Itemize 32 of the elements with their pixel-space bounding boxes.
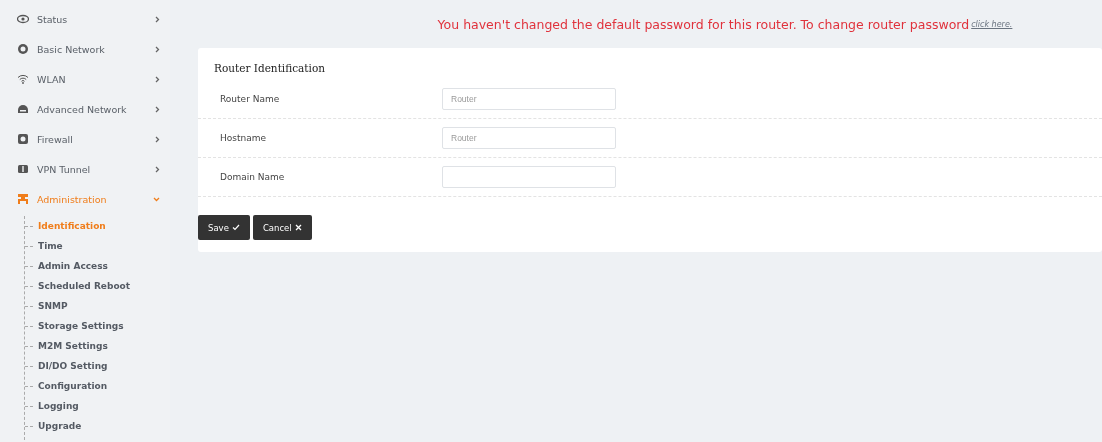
submenu-item[interactable]: Admin Access	[25, 256, 170, 276]
submenu-item[interactable]: Storage Settings	[25, 316, 170, 336]
click-here-link[interactable]: click here.	[971, 19, 1013, 29]
submenu-item[interactable]: Logging	[25, 396, 170, 416]
cancel-button[interactable]: Cancel	[252, 215, 312, 240]
submenu-item[interactable]: SNMP	[25, 296, 170, 316]
globe-icon	[17, 43, 29, 55]
save-button[interactable]: Save	[198, 215, 250, 240]
wifi-icon	[17, 73, 29, 85]
field-label: Hostname	[220, 133, 267, 143]
nav-item[interactable]: WLAN	[0, 64, 170, 94]
submenu-item[interactable]: Upgrade	[25, 416, 170, 436]
nav-item[interactable]: Advanced Network	[0, 94, 170, 124]
nav-item[interactable]: Firewall	[0, 124, 170, 154]
submenu-item[interactable]: DI/DO Setting	[25, 356, 170, 376]
field-label: Domain Name	[220, 172, 286, 182]
password-warning: You haven't changed the default password for this router. To change router password	[437, 16, 970, 32]
check-icon	[231, 224, 240, 231]
nav-item[interactable]: Basic Network	[0, 34, 170, 64]
submenu-item[interactable]: Scheduled Reboot	[25, 276, 170, 296]
submenu-item[interactable]: Configuration	[25, 376, 170, 396]
eye-icon	[17, 13, 29, 25]
text-field[interactable]	[442, 166, 616, 188]
text-field[interactable]: Router	[442, 88, 616, 110]
field-label: Router Name	[220, 94, 281, 104]
submenu-item[interactable]: M2M Settings	[25, 336, 170, 356]
card-title: Router Identification	[213, 62, 326, 74]
close-icon	[294, 224, 302, 231]
text-field[interactable]: Router	[442, 127, 616, 149]
nav-item[interactable]: Status	[0, 4, 170, 34]
submenu-item[interactable]: Time	[25, 236, 170, 256]
nav-item[interactable]: VPN Tunnel	[0, 154, 170, 184]
